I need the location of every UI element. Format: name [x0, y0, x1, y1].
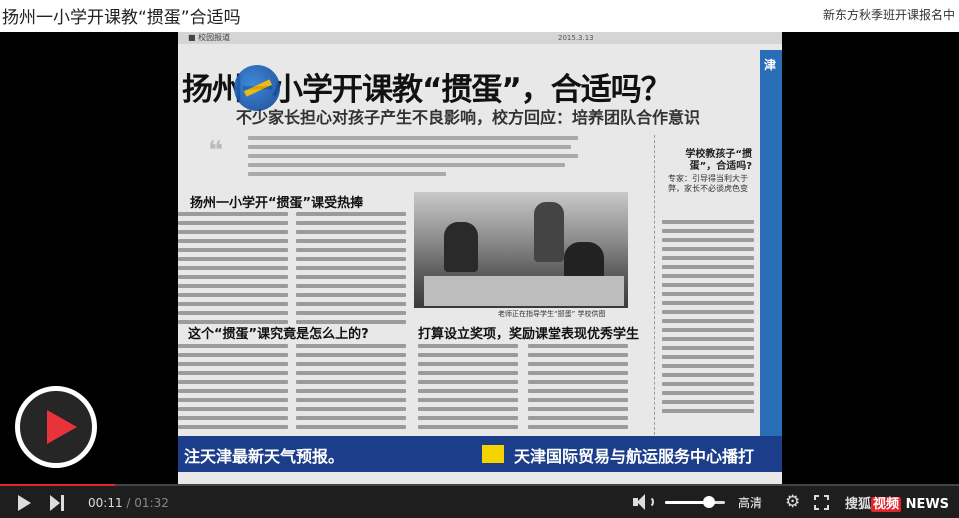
article-column-4 — [296, 344, 406, 434]
channel-side-strip: 津 — [760, 50, 782, 440]
newspaper-subhead: 不少家长担心对孩子产生不良影响，校方回应：培养团队合作意识 — [236, 108, 701, 127]
paper-section-label: ■ 校园报道 — [188, 33, 231, 42]
article-column-2 — [296, 212, 406, 329]
section-heading-1: 扬州一小学开“掼蛋”课受热捧 — [190, 196, 364, 211]
paper-header-strip: ■ 校园报道 2015.3.13 — [178, 32, 782, 44]
player-controls: 00:11 / 01:32 高清 ⚙ 搜狐 视频 NEWS — [0, 486, 959, 518]
quality-button[interactable]: 高清 — [738, 494, 762, 511]
play-icon[interactable] — [18, 495, 31, 511]
time-display: 00:11 / 01:32 — [88, 496, 169, 510]
quote-mark-icon: ❝ — [208, 136, 224, 166]
video-player[interactable]: ■ 校园报道 2015.3.13 扬州一小学开课教“掼蛋”，合适吗？ 不少家长担… — [0, 32, 959, 484]
brand-prefix: 搜狐 — [845, 497, 872, 512]
sohu-video-news-logo[interactable]: 搜狐 视频 NEWS — [845, 493, 949, 512]
sidebar-title: 学校教孩子“掼蛋”，合适吗? — [685, 149, 752, 172]
channel-side-label: 津 — [764, 58, 777, 72]
volume-slider[interactable] — [665, 501, 725, 504]
article-column-3 — [178, 344, 288, 434]
brand-suffix: NEWS — [905, 497, 950, 512]
gear-icon[interactable]: ⚙ — [785, 493, 800, 511]
next-icon[interactable] — [50, 495, 66, 511]
ticker-separator — [482, 445, 504, 463]
fullscreen-icon[interactable] — [814, 495, 829, 510]
video-frame: ■ 校园报道 2015.3.13 扬州一小学开课教“掼蛋”，合适吗？ 不少家长担… — [178, 32, 782, 484]
photo-caption: 老师正在指导学生“掼蛋” 学校供图 — [498, 310, 606, 318]
paper-date: 2015.3.13 — [558, 34, 594, 42]
intro-paragraph — [248, 136, 578, 178]
ticker-text-left: 注天津最新天气预报。 — [184, 447, 345, 466]
article-column-1 — [178, 212, 288, 329]
sidebar-column — [662, 220, 754, 418]
section-heading-3: 打算设立奖项，奖励课堂表现优秀学生 — [418, 327, 640, 342]
current-time: 00:11 — [88, 496, 123, 510]
sidebar-subtitle: 专家：引导得当利大于弊，家长不必谈虎色变 — [668, 174, 748, 193]
promo-link[interactable]: 新东方秋季班开课报名中 — [823, 6, 955, 23]
section-heading-2: 这个“掼蛋”课究竟是怎么上的? — [188, 327, 369, 342]
ticker-text-right: 天津国际贸易与航运服务中心播打 — [514, 447, 755, 466]
brand-mid: 视频 — [871, 497, 902, 512]
volume-icon[interactable] — [633, 493, 655, 511]
volume-slider-handle[interactable] — [703, 496, 715, 508]
title-bar: 扬州一小学开课教“掼蛋”合适吗 新东方秋季班开课报名中 — [0, 0, 959, 28]
duration: 01:32 — [134, 496, 169, 510]
time-separator: / — [126, 496, 131, 510]
page-title: 扬州一小学开课教“掼蛋”合适吗 — [2, 8, 241, 28]
news-ticker: 注天津最新天气预报。 天津国际贸易与航运服务中心播打 — [178, 436, 782, 472]
article-column-5 — [418, 344, 518, 434]
classroom-photo — [414, 192, 628, 308]
big-play-icon[interactable] — [15, 386, 97, 468]
article-column-6 — [528, 344, 628, 434]
